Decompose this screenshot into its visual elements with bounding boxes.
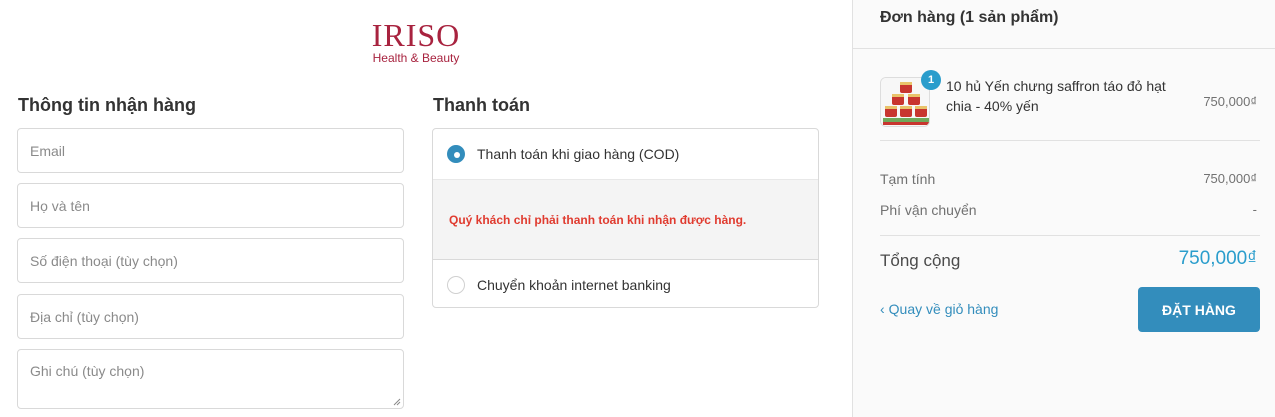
payment-title: Thanh toán — [433, 95, 530, 115]
product-price: 750,000₫ — [1203, 94, 1257, 109]
bank-transfer-radio[interactable] — [447, 275, 465, 294]
shipping-fee-value: - — [1252, 202, 1257, 217]
email-field[interactable] — [17, 128, 404, 173]
divider — [880, 140, 1260, 141]
subtotal-label: Tạm tính — [880, 171, 936, 187]
place-order-button[interactable]: ĐẶT HÀNG — [1138, 287, 1260, 332]
subtotal-value: 750,000₫ — [1203, 171, 1257, 186]
email-input[interactable] — [18, 129, 403, 172]
full-name-field[interactable] — [17, 183, 404, 228]
back-to-cart-link[interactable]: ‹ Quay về giỏ hàng — [880, 301, 998, 317]
cod-label: Thanh toán khi giao hàng (COD) — [477, 146, 680, 162]
item-quantity-badge: 1 — [921, 70, 941, 90]
cod-description: Quý khách chỉ phải thanh toán khi nhận đ… — [433, 179, 818, 259]
bank-transfer-label: Chuyển khoản internet banking — [477, 276, 671, 293]
back-to-cart-label: Quay về giỏ hàng — [888, 301, 999, 317]
divider — [880, 235, 1260, 236]
cod-radio[interactable] — [447, 145, 465, 163]
address-field[interactable] — [17, 294, 404, 339]
full-name-input[interactable] — [18, 184, 403, 227]
checkout-main: IRISO Health & Beauty Thông tin nhận hàn… — [0, 0, 852, 417]
total-label: Tổng cộng — [880, 251, 961, 270]
note-textarea[interactable] — [18, 350, 403, 408]
shipping-info-title: Thông tin nhận hàng — [18, 95, 196, 115]
address-input[interactable] — [18, 295, 403, 338]
chevron-left-icon: ‹ — [880, 301, 885, 317]
order-summary-title: Đơn hàng (1 sản phẩm) — [880, 9, 1059, 26]
logo-tagline: Health & Beauty — [372, 51, 460, 65]
phone-field[interactable] — [17, 238, 404, 283]
payment-option-cod[interactable]: Thanh toán khi giao hàng (COD) — [433, 129, 818, 179]
payment-option-bank-transfer[interactable]: Chuyển khoản internet banking — [433, 259, 818, 307]
resize-grip-icon[interactable] — [393, 398, 401, 406]
brand-logo[interactable]: IRISO Health & Beauty — [368, 18, 464, 65]
order-summary: Đơn hàng (1 sản phẩm) 1 10 hủ Yến chưng … — [852, 0, 1275, 417]
total-value: 750,000₫ — [1178, 248, 1257, 269]
logo-wordmark: IRISO — [371, 17, 461, 53]
shipping-fee-label: Phí vận chuyển — [880, 202, 977, 218]
product-name: 10 hủ Yến chưng saffron táo đỏ hạt chia … — [946, 78, 1166, 114]
payment-methods: Thanh toán khi giao hàng (COD) Quý khách… — [432, 128, 819, 308]
phone-input[interactable] — [18, 239, 403, 282]
divider — [853, 48, 1275, 49]
note-field[interactable] — [17, 349, 404, 409]
cod-note-text: Quý khách chỉ phải thanh toán khi nhận đ… — [449, 212, 747, 227]
